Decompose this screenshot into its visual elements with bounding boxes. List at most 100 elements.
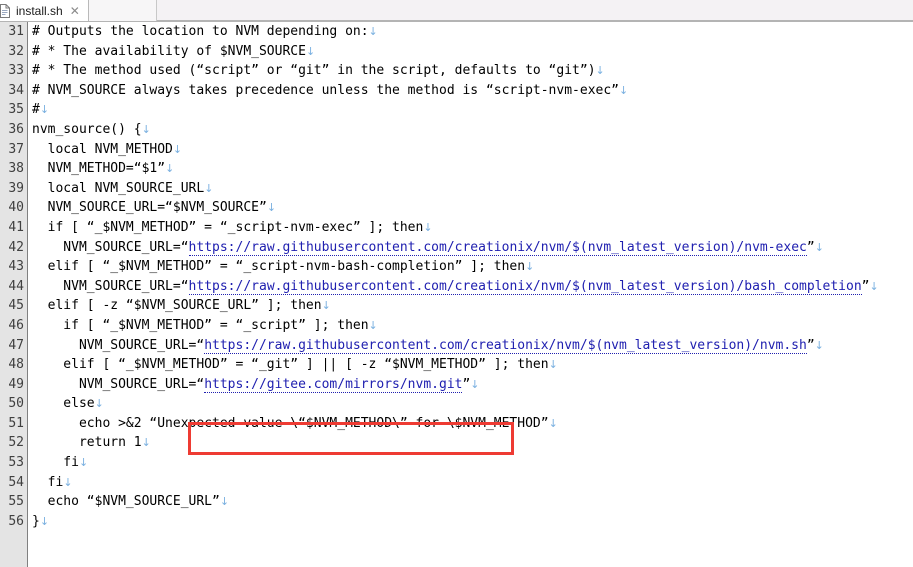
eol-marker-icon: ↓	[470, 377, 480, 391]
code-text: NVM_METHOD=“$1”	[32, 161, 166, 177]
script-file-icon	[0, 3, 11, 18]
code-text: NVM_SOURCE_URL=“	[32, 239, 189, 255]
code-line[interactable]: return 1↓	[32, 433, 913, 453]
line-number: 55	[8, 494, 24, 510]
url-link[interactable]: https://gitee.com/mirrors/nvm.git	[204, 376, 463, 393]
line-number: 33	[8, 63, 24, 79]
line-number: 54	[8, 474, 24, 490]
eol-marker-icon: ↓	[39, 514, 50, 528]
code-text: echo >&2 “Unexpected value \“$NVM_METHOD…	[32, 415, 549, 431]
close-icon[interactable]: ✕	[68, 5, 82, 17]
eol-marker-icon: ↓	[321, 299, 331, 313]
code-text: NVM_SOURCE_URL=“	[32, 337, 205, 353]
code-line[interactable]: NVM_SOURCE_URL=“https://raw.githubuserco…	[32, 238, 913, 258]
code-editor[interactable]: 31 32 33 34 35 36 37 38 39 40 41 42 43 44 45 46 47 48 49 50…	[0, 22, 913, 567]
url-link[interactable]: https://raw.githubusercontent.com/creati…	[204, 337, 807, 354]
code-text: echo “$NVM_SOURCE_URL”	[32, 494, 220, 510]
code-line[interactable]: else↓	[32, 394, 913, 414]
line-number: 35	[8, 102, 24, 118]
code-line[interactable]: fi↓	[32, 473, 913, 493]
line-number: 36	[8, 121, 24, 137]
eol-marker-icon: ↓	[172, 142, 183, 156]
line-number: 40	[8, 200, 24, 216]
code-text: local NVM_SOURCE_URL	[32, 180, 205, 196]
eol-marker-icon: ↓	[548, 416, 558, 430]
code-text: ”	[806, 239, 815, 255]
code-line[interactable]: NVM_METHOD=“$1”↓	[32, 159, 913, 179]
code-text: if [ “_$NVM_METHOD” = “_script-nvm-exec”…	[32, 219, 424, 235]
code-text: }	[32, 513, 40, 529]
tab-bar-stub	[88, 0, 157, 21]
code-line[interactable]: NVM_SOURCE_URL=“https://raw.githubuserco…	[32, 336, 913, 356]
url-link[interactable]: https://raw.githubusercontent.com/creati…	[188, 239, 807, 256]
line-number: 47	[8, 337, 24, 353]
code-text: # * The availability of $NVM_SOURCE	[32, 43, 306, 59]
eol-marker-icon: ↓	[814, 240, 824, 254]
code-text: elif [ -z “$NVM_SOURCE_URL” ]; then	[32, 298, 322, 314]
code-line[interactable]: if [ “_$NVM_METHOD” = “_script-nvm-exec”…	[32, 218, 913, 238]
eol-marker-icon: ↓	[548, 358, 558, 372]
eol-marker-icon: ↓	[595, 64, 605, 78]
line-number: 37	[8, 141, 24, 157]
code-line[interactable]: echo “$NVM_SOURCE_URL”↓	[32, 492, 913, 512]
eol-marker-icon: ↓	[219, 495, 230, 509]
eol-marker-icon: ↓	[368, 25, 378, 38]
eol-marker-icon: ↓	[869, 279, 879, 293]
code-line[interactable]: fi↓	[32, 453, 913, 473]
eol-marker-icon: ↓	[266, 201, 277, 215]
code-text: if [ “_$NVM_METHOD” = “_script” ]; then	[32, 317, 369, 333]
code-line[interactable]: local NVM_METHOD↓	[32, 140, 913, 160]
code-line[interactable]: local NVM_SOURCE_URL↓	[32, 179, 913, 199]
code-line[interactable]: elif [ “_$NVM_METHOD” = “_git” ] || [ -z…	[32, 355, 913, 375]
code-text: fi	[32, 474, 64, 490]
line-number: 46	[8, 317, 24, 333]
eol-marker-icon: ↓	[63, 475, 73, 489]
code-text: NVM_SOURCE_URL=“	[32, 278, 189, 294]
code-line[interactable]: echo >&2 “Unexpected value \“$NVM_METHOD…	[32, 414, 913, 434]
tab-label: install.sh	[16, 3, 63, 18]
line-number: 56	[8, 513, 24, 529]
code-line[interactable]: NVM_SOURCE_URL=“https://gitee.com/mirror…	[32, 375, 913, 395]
tab-install-sh[interactable]: install.sh ✕	[0, 0, 89, 21]
code-text: elif [ “_$NVM_METHOD” = “_script-nvm-bas…	[32, 259, 526, 275]
code-text: else	[32, 396, 95, 412]
code-line[interactable]: NVM_SOURCE_URL=“$NVM_SOURCE”↓	[32, 198, 913, 218]
eol-marker-icon: ↓	[368, 318, 378, 332]
code-line[interactable]: # NVM_SOURCE always takes precedence unl…	[32, 81, 913, 101]
url-link[interactable]: https://raw.githubusercontent.com/creati…	[188, 278, 862, 295]
code-line[interactable]: nvm_source() {↓	[32, 120, 913, 140]
code-text: elif [ “_$NVM_METHOD” = “_git” ] || [ -z…	[32, 357, 549, 373]
eol-marker-icon: ↓	[814, 338, 824, 352]
code-text: # * The method used (“script” or “git” i…	[32, 63, 596, 79]
code-line[interactable]: NVM_SOURCE_URL=“https://raw.githubuserco…	[32, 277, 913, 297]
line-number: 52	[8, 435, 24, 451]
line-number-gutter: 31 32 33 34 35 36 37 38 39 40 41 42 43 44 45 46 47 48 49 50…	[0, 22, 28, 567]
eol-marker-icon: ↓	[165, 162, 175, 176]
code-line[interactable]: # * The availability of $NVM_SOURCE↓	[32, 42, 913, 62]
line-number: 49	[8, 376, 24, 392]
line-number: 50	[8, 396, 24, 412]
eol-marker-icon: ↓	[619, 83, 629, 97]
code-line[interactable]: # * The method used (“script” or “git” i…	[32, 61, 913, 81]
line-number: 38	[8, 161, 24, 177]
code-line[interactable]: elif [ “_$NVM_METHOD” = “_script-nvm-bas…	[32, 257, 913, 277]
line-number: 45	[8, 298, 24, 314]
tab-bar: install.sh ✕	[0, 0, 913, 22]
line-number: 39	[8, 180, 24, 196]
code-text: # Outputs the location to NVM depending …	[32, 24, 369, 39]
code-text: #	[32, 102, 40, 118]
line-number: 42	[8, 239, 24, 255]
code-line[interactable]: #↓	[32, 100, 913, 120]
code-line[interactable]: # Outputs the location to NVM depending …	[32, 22, 913, 42]
code-line[interactable]: if [ “_$NVM_METHOD” = “_script” ]; then↓	[32, 316, 913, 336]
line-number: 43	[8, 259, 24, 275]
eol-marker-icon: ↓	[39, 103, 50, 117]
code-line[interactable]: }↓	[32, 512, 913, 532]
code-line[interactable]: elif [ -z “$NVM_SOURCE_URL” ]; then↓	[32, 296, 913, 316]
eol-marker-icon: ↓	[305, 44, 316, 58]
line-number: 32	[8, 43, 24, 59]
code-text: return 1	[32, 435, 142, 451]
code-text-area[interactable]: # Outputs the location to NVM depending …	[32, 22, 913, 567]
tab-bar-filler	[156, 0, 913, 21]
code-text: NVM_SOURCE_URL=“$NVM_SOURCE”	[32, 200, 267, 216]
